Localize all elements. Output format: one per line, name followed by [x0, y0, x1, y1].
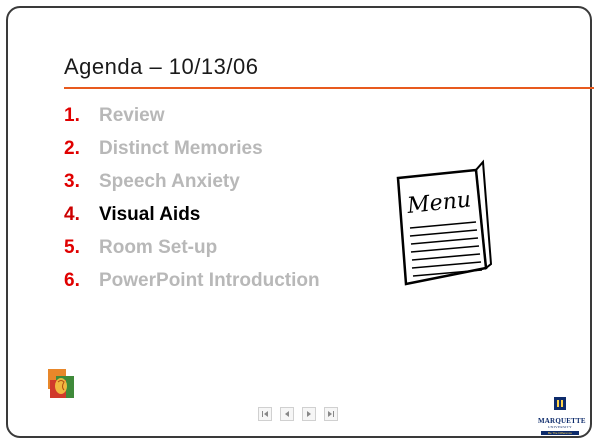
last-slide-button[interactable] — [324, 407, 338, 421]
agenda-item-speech-anxiety: 3. Speech Anxiety — [64, 169, 320, 202]
crest-icon — [554, 397, 566, 410]
logo-tagline: Be The Difference — [541, 431, 579, 435]
agenda-label: Visual Aids — [99, 204, 201, 225]
agenda-number: 1. — [64, 105, 80, 126]
slide-title: Agenda – 10/13/06 — [64, 54, 259, 79]
first-slide-icon — [262, 411, 268, 417]
agenda-label: PowerPoint Introduction — [99, 270, 320, 291]
agenda-item-review: 1. Review — [64, 103, 320, 136]
next-slide-button[interactable] — [302, 407, 316, 421]
marquette-logo: MARQUETTE UNIVERSITY Be The Difference — [538, 396, 586, 435]
agenda-label: Speech Anxiety — [99, 171, 240, 192]
agenda-number: 6. — [64, 270, 80, 291]
agenda-label: Review — [99, 105, 165, 126]
agenda-number: 2. — [64, 138, 80, 159]
slide-navigation — [258, 407, 338, 421]
menu-card-icon: Menu — [396, 159, 493, 286]
logo-subtitle: UNIVERSITY — [548, 425, 572, 429]
agenda-item-powerpoint-introduction: 6. PowerPoint Introduction — [64, 268, 320, 301]
agenda-item-visual-aids: 4. Visual Aids — [64, 202, 320, 235]
logo-wordmark: MARQUETTE — [538, 417, 586, 425]
first-slide-button[interactable] — [258, 407, 272, 421]
previous-slide-icon — [285, 411, 289, 417]
previous-slide-button[interactable] — [280, 407, 294, 421]
agenda-item-distinct-memories: 2. Distinct Memories — [64, 136, 320, 169]
agenda-number: 4. — [64, 204, 80, 225]
agenda-list: 1. Review 2. Distinct Memories 3. Speech An… — [64, 103, 320, 301]
last-slide-icon — [328, 411, 334, 417]
decorative-logo — [48, 369, 74, 398]
next-slide-icon — [307, 411, 311, 417]
agenda-number: 5. — [64, 237, 80, 258]
slide-frame: Agenda – 10/13/06 1. Review 2. Distinct Me… — [6, 6, 594, 438]
agenda-item-room-setup: 5. Room Set-up — [64, 235, 320, 268]
title-underline — [64, 87, 594, 89]
agenda-label: Room Set-up — [99, 237, 218, 258]
agenda-number: 3. — [64, 171, 80, 192]
agenda-label: Distinct Memories — [99, 138, 263, 159]
